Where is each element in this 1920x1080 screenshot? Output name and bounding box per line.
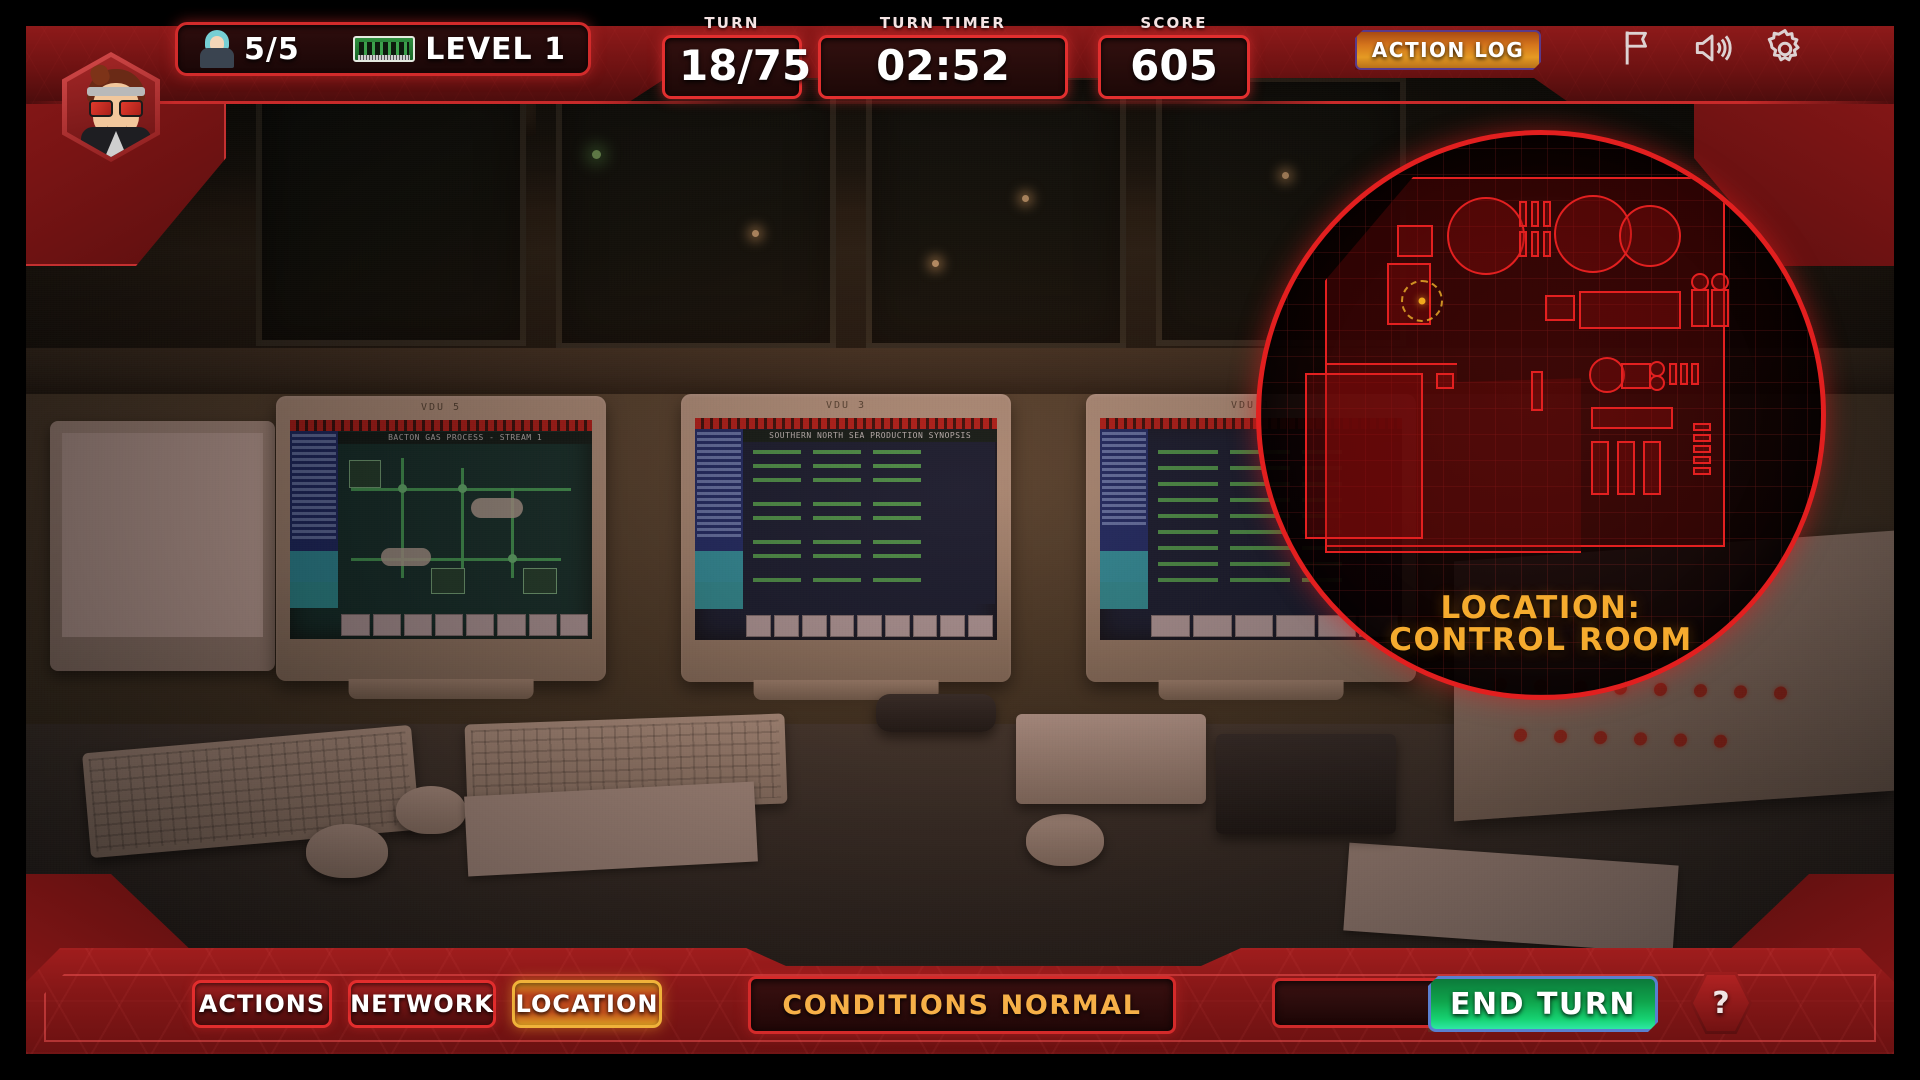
tab-actions[interactable]: ACTIONS bbox=[192, 980, 332, 1028]
turn-counter: TURN 18/75 bbox=[662, 14, 811, 99]
hooded-figure-icon bbox=[200, 30, 234, 68]
timer-value: 02:52 bbox=[818, 35, 1068, 99]
game-screen: VDU 5 BACTON GAS PROCESS - STREAM 1 bbox=[0, 0, 1920, 1080]
floorplan-shape bbox=[1591, 407, 1673, 429]
floorplan-shape bbox=[1711, 289, 1729, 327]
help-button[interactable]: ? bbox=[1690, 972, 1752, 1034]
floorplan-shape bbox=[1693, 445, 1711, 453]
floorplan-shape bbox=[1579, 291, 1681, 329]
tab-network-label: NETWORK bbox=[350, 990, 494, 1018]
floorplan-shape bbox=[1693, 467, 1711, 475]
floorplan-shape bbox=[1693, 434, 1711, 442]
turn-label: TURN bbox=[704, 14, 760, 32]
avatar[interactable] bbox=[62, 52, 160, 162]
floorplan-shape bbox=[1447, 197, 1525, 275]
radar-label-line2: CONTROL ROOM bbox=[1389, 622, 1693, 659]
floorplan-shape bbox=[1691, 363, 1699, 385]
turn-timer: TURN TIMER 02:52 bbox=[818, 14, 1068, 99]
floorplan-shape bbox=[1621, 363, 1651, 389]
floorplan-shape bbox=[1519, 231, 1527, 257]
tab-location[interactable]: LOCATION bbox=[512, 980, 662, 1028]
score-value: 605 bbox=[1098, 35, 1250, 99]
action-log-label: ACTION LOG bbox=[1371, 38, 1525, 62]
timer-label: TURN TIMER bbox=[879, 14, 1007, 32]
ram-stick-icon bbox=[353, 36, 416, 62]
floorplan-shape bbox=[1619, 205, 1681, 267]
tab-network[interactable]: NETWORK bbox=[348, 980, 496, 1028]
floorplan-shape bbox=[1436, 373, 1454, 389]
end-turn-button[interactable]: END TURN bbox=[1428, 976, 1658, 1032]
floorplan-shape bbox=[1543, 231, 1551, 257]
floorplan-shape bbox=[1643, 441, 1661, 495]
flag-icon[interactable] bbox=[1618, 26, 1662, 75]
floorplan-shape bbox=[1591, 441, 1609, 495]
radar-location-label: LOCATION: CONTROL ROOM bbox=[1261, 592, 1821, 657]
units-value: 5/5 bbox=[244, 31, 300, 67]
action-log-button[interactable]: ACTION LOG bbox=[1355, 30, 1541, 70]
floorplan-shape bbox=[1691, 289, 1709, 327]
floorplan-shape bbox=[1397, 225, 1433, 257]
floorplan-shape bbox=[1693, 456, 1711, 464]
floorplan-shape bbox=[1693, 423, 1711, 431]
tab-actions-label: ACTIONS bbox=[198, 990, 326, 1018]
score-display: SCORE 605 bbox=[1098, 14, 1250, 99]
floorplan-shape bbox=[1669, 363, 1677, 385]
gear-icon[interactable] bbox=[1762, 26, 1808, 77]
player-marker bbox=[1401, 280, 1443, 322]
floorplan-shape bbox=[1545, 295, 1575, 321]
location-radar[interactable]: LOCATION: CONTROL ROOM bbox=[1256, 130, 1826, 700]
floorplan-shape bbox=[1531, 201, 1539, 227]
help-label: ? bbox=[1712, 985, 1730, 1021]
floorplan-shape bbox=[1519, 201, 1527, 227]
score-label: SCORE bbox=[1140, 14, 1208, 32]
floorplan-shape bbox=[1649, 375, 1665, 391]
floorplan-shape bbox=[1680, 363, 1688, 385]
floorplan-shape bbox=[1305, 373, 1423, 539]
level-value: LEVEL 1 bbox=[425, 31, 566, 67]
floorplan-shape bbox=[1531, 231, 1539, 257]
turn-value: 18/75 bbox=[662, 35, 811, 99]
floorplan-shape bbox=[1617, 441, 1635, 495]
status-text: CONDITIONS NORMAL bbox=[782, 989, 1142, 1021]
speaker-on-icon[interactable] bbox=[1690, 26, 1734, 75]
floorplan-shape bbox=[1531, 371, 1543, 411]
player-stats-panel: 5/5 LEVEL 1 bbox=[175, 22, 591, 76]
status-banner: CONDITIONS NORMAL bbox=[748, 976, 1176, 1034]
floorplan-shape bbox=[1589, 357, 1625, 393]
radar-label-line1: LOCATION: bbox=[1440, 589, 1642, 626]
floorplan-shape bbox=[1543, 201, 1551, 227]
tab-location-label: LOCATION bbox=[515, 990, 659, 1018]
hud-accent-line bbox=[26, 101, 1894, 104]
end-turn-label: END TURN bbox=[1450, 986, 1636, 1022]
